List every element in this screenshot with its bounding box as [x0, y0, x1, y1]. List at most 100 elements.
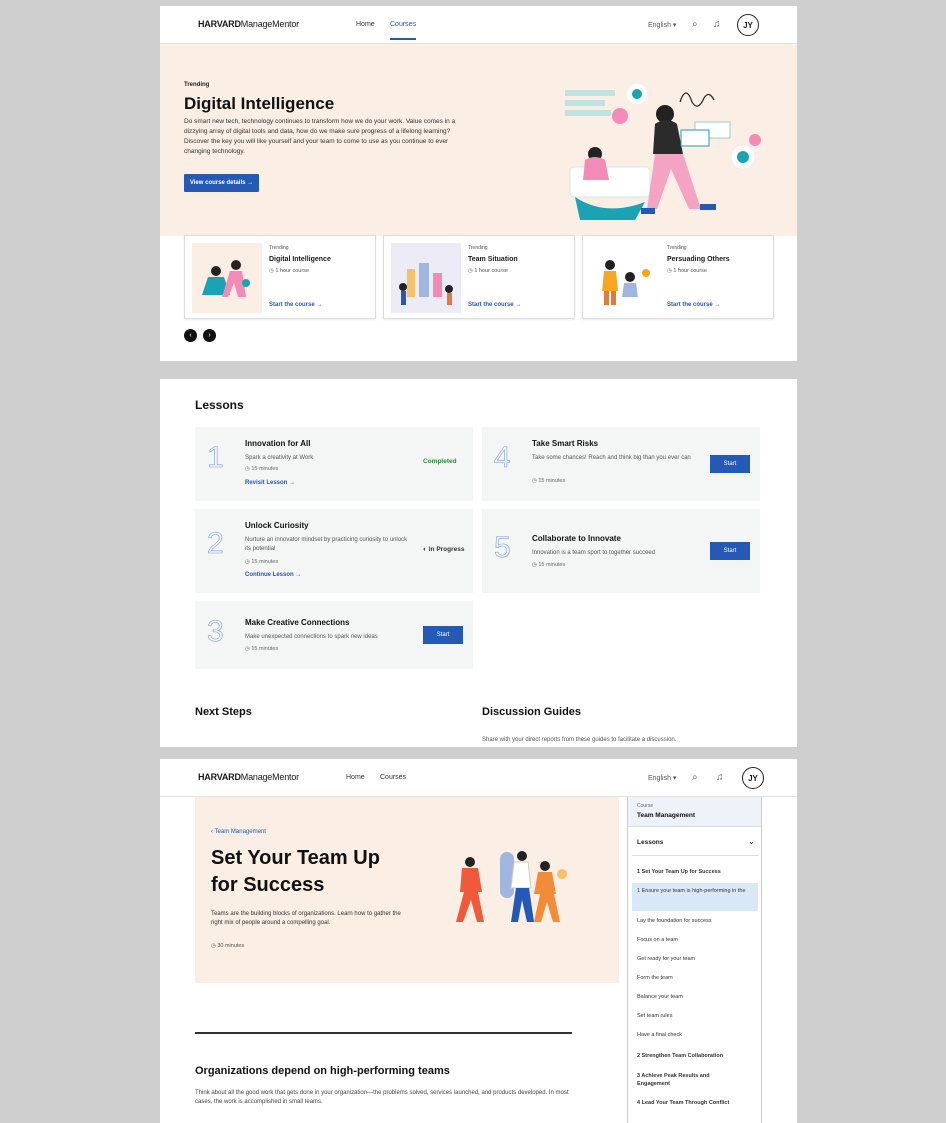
lesson-subtitle: Spark a creativity at Work — [245, 455, 314, 461]
search-icon[interactable]: ⌕ — [692, 19, 698, 30]
logo[interactable]: HARVARDManageMentor — [198, 772, 299, 782]
sidebar-divider — [632, 855, 758, 856]
section-divider — [195, 1032, 572, 1034]
sidebar-lesson-1[interactable]: 1 Set Your Team Up for Success — [637, 869, 721, 875]
view-course-button[interactable]: View course details → — [184, 174, 259, 192]
lesson-title: Unlock Curiosity — [245, 521, 309, 530]
card-tag: Trending — [667, 245, 687, 251]
avatar[interactable]: JY — [742, 767, 764, 789]
lessons-heading: Lessons — [195, 398, 244, 412]
discussion-text: Share with your direct reports from thes… — [482, 737, 677, 743]
top-nav: HARVARDManageMentor Home Courses English… — [160, 759, 797, 797]
course-card[interactable]: Trending Team Situation ◷ 1 hour course … — [383, 235, 575, 319]
sidebar-item[interactable]: Get ready for your team — [637, 956, 695, 962]
lessons-panel: Lessons 1 Innovation for All Spark a cre… — [160, 379, 797, 747]
card-link[interactable]: Start the course → — [667, 302, 720, 308]
sidebar-item[interactable]: Lay the foundation for success — [637, 918, 712, 924]
course-title-line2: for Success — [211, 874, 325, 896]
next-steps-heading: Next Steps — [195, 706, 252, 718]
sidebar-item[interactable]: Form the team — [637, 975, 673, 981]
course-detail-panel: HARVARDManageMentor Home Courses English… — [160, 759, 797, 1123]
lesson-card[interactable]: 1 Innovation for All Spark a creativity … — [195, 427, 473, 501]
lesson-link[interactable]: Revisit Lesson → — [245, 480, 295, 486]
nav-courses[interactable]: Courses — [390, 21, 417, 40]
sidebar-lesson-4[interactable]: 4 Lead Your Team Through Conflict — [637, 1099, 737, 1107]
start-lesson-button[interactable]: Start — [710, 455, 750, 473]
lesson-card[interactable]: 3 Make Creative Connections Make unexpec… — [195, 601, 473, 669]
course-card[interactable]: Trending Persuading Others ◷ 1 hour cour… — [582, 235, 774, 319]
lesson-subtitle: Nurture an innovator mindset by practici… — [245, 537, 408, 552]
language-select[interactable]: English ▾ — [648, 774, 676, 782]
lesson-card[interactable]: 2 Unlock Curiosity Nurture an innovator … — [195, 509, 473, 593]
hero-title: Digital Intelligence — [184, 94, 335, 113]
lesson-subtitle: Make unexpected connections to spark new… — [245, 634, 378, 640]
lesson-number: 2 — [207, 527, 224, 561]
lesson-duration: ◷ 15 minutes — [532, 478, 566, 484]
nav-courses[interactable]: Courses — [380, 774, 406, 781]
status-in-progress: ◐ In Progress — [423, 546, 465, 553]
card-thumbnail — [590, 243, 660, 313]
lesson-duration: ◷ 15 minutes — [245, 646, 279, 652]
sidebar-label: Course — [637, 803, 654, 809]
top-nav: HARVARDManageMentor Home Courses English… — [160, 6, 797, 44]
lesson-link[interactable]: Continue Lesson → — [245, 572, 301, 578]
start-lesson-button[interactable]: Start — [423, 626, 463, 644]
hero-tag: Trending — [184, 82, 210, 88]
card-link[interactable]: Start the course → — [468, 302, 521, 308]
lesson-duration: ◷ 15 minutes — [245, 559, 279, 565]
sidebar-lessons-label[interactable]: Lessons — [637, 839, 663, 846]
bell-icon[interactable]: ♫ — [716, 772, 724, 783]
lesson-card[interactable]: 5 Collaborate to Innovate Innovation is … — [482, 509, 760, 593]
lesson-title: Collaborate to Innovate — [532, 534, 621, 543]
card-duration: ◷ 1 hour course — [468, 268, 508, 274]
section-body: Think about all the good work that gets … — [195, 1090, 569, 1105]
course-duration: ◷ 30 minutes — [211, 943, 245, 949]
search-icon[interactable]: ⌕ — [692, 772, 698, 783]
status-completed: Completed — [423, 458, 457, 465]
lesson-number: 3 — [207, 615, 224, 649]
card-duration: ◷ 1 hour course — [269, 268, 309, 274]
discussion-guides-heading: Discussion Guides — [482, 706, 582, 718]
card-thumbnail — [192, 243, 262, 313]
lesson-duration: ◷ 15 minutes — [245, 466, 279, 472]
language-select[interactable]: English ▾ — [648, 21, 676, 29]
card-title: Digital Intelligence — [269, 256, 331, 263]
lesson-number: 4 — [494, 441, 511, 475]
sidebar-item[interactable]: Have a final check — [637, 1032, 682, 1038]
sidebar-lesson-2[interactable]: 2 Strengthen Team Collaboration — [637, 1053, 723, 1059]
lesson-number: 1 — [207, 441, 224, 475]
logo[interactable]: HARVARDManageMentor — [198, 19, 299, 29]
card-title: Team Situation — [468, 256, 518, 263]
carousel-next-button[interactable]: › — [203, 329, 216, 342]
avatar[interactable]: JY — [737, 14, 759, 36]
course-sidebar: Course Team Management Lessons ⌄ 1 Set Y… — [627, 797, 762, 1123]
card-title: Persuading Others — [667, 256, 730, 263]
course-description: Teams are the building blocks of organiz… — [211, 911, 401, 926]
card-link[interactable]: Start the course → — [269, 302, 322, 308]
hero-description: Do smart new tech, technology continues … — [184, 118, 456, 155]
card-duration: ◷ 1 hour course — [667, 268, 707, 274]
sidebar-item[interactable]: Set team rules — [637, 1013, 672, 1019]
lesson-card[interactable]: 4 Take Smart Risks Take some chances! Re… — [482, 427, 760, 501]
chevron-down-icon[interactable]: ⌄ — [748, 837, 755, 846]
sidebar-course-title[interactable]: Team Management — [637, 812, 695, 819]
breadcrumb[interactable]: ‹ Team Management — [211, 829, 266, 835]
bell-icon[interactable]: ♫ — [713, 19, 721, 30]
lesson-title: Make Creative Connections — [245, 618, 350, 627]
card-tag: Trending — [468, 245, 488, 251]
section-heading: Organizations depend on high-performing … — [195, 1065, 450, 1077]
course-card[interactable]: Trending Digital Intelligence ◷ 1 hour c… — [184, 235, 376, 319]
sidebar-item-active[interactable]: 1 Ensure your team is high-performing in… — [637, 887, 755, 895]
course-overview-panel: HARVARDManageMentor Home Courses English… — [160, 6, 797, 361]
carousel-prev-button[interactable]: ‹ — [184, 329, 197, 342]
nav-home[interactable]: Home — [346, 774, 365, 781]
sidebar-item[interactable]: Focus on a team — [637, 937, 678, 943]
lesson-number: 5 — [494, 531, 511, 565]
sidebar-item[interactable]: Balance your team — [637, 994, 683, 1000]
sidebar-lesson-3[interactable]: 3 Achieve Peak Results and Engagement — [637, 1072, 737, 1088]
card-tag: Trending — [269, 245, 289, 251]
lesson-title: Take Smart Risks — [532, 439, 599, 448]
course-title-line1: Set Your Team Up — [211, 847, 380, 869]
nav-home[interactable]: Home — [356, 21, 375, 28]
start-lesson-button[interactable]: Start — [710, 542, 750, 560]
